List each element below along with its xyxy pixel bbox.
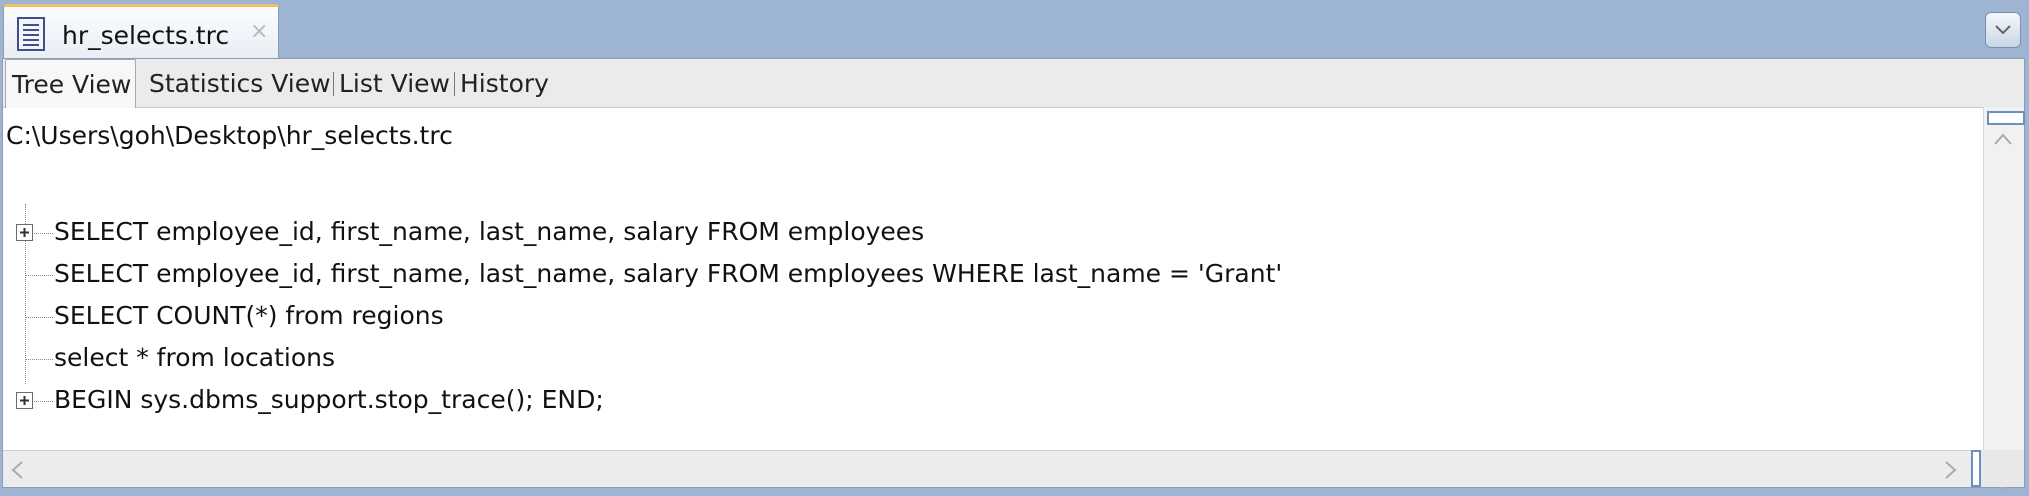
expand-icon[interactable]: [16, 392, 33, 409]
vertical-scrollbar[interactable]: [1983, 107, 2025, 491]
tree-item-label: select * from locations: [54, 343, 336, 372]
tree-connector: [26, 275, 53, 276]
tab-statistics-view[interactable]: Statistics View: [143, 59, 333, 107]
scroll-right-arrow-icon[interactable]: [1945, 461, 1957, 479]
horizontal-scrollbar[interactable]: [3, 450, 1971, 487]
tree-item-label: SELECT employee_id, first_name, last_nam…: [54, 217, 925, 246]
document-list-menu-button[interactable]: [1985, 12, 2021, 48]
document-icon: [17, 17, 45, 51]
tab-separator: [333, 72, 334, 96]
tree-item-label: BEGIN sys.dbms_support.stop_trace(); END…: [54, 385, 604, 414]
document-tab[interactable]: hr_selects.trc ×: [3, 4, 279, 58]
tab-history[interactable]: History: [454, 59, 564, 107]
expand-icon[interactable]: [16, 224, 33, 241]
tree-item[interactable]: select * from locations: [3, 339, 1963, 379]
tab-separator: [454, 72, 455, 96]
tree-connector: [26, 317, 53, 318]
scroll-up-arrow-icon[interactable]: [1994, 133, 2012, 145]
scrollbar-corner: [1981, 450, 2024, 487]
chevron-down-icon: [1995, 25, 2011, 35]
trace-tree[interactable]: C:\Users\goh\Desktop\hr_selects.trc SELE…: [3, 107, 1983, 450]
tab-history-label: History: [460, 69, 549, 98]
tree-item[interactable]: SELECT COUNT(*) from regions: [3, 297, 1963, 337]
horizontal-scroll-thumb[interactable]: [1971, 450, 1981, 487]
tree-item[interactable]: SELECT employee_id, first_name, last_nam…: [3, 255, 1963, 295]
tree-item-label: SELECT COUNT(*) from regions: [54, 301, 444, 330]
tree-root-path: C:\Users\goh\Desktop\hr_selects.trc: [6, 121, 453, 150]
tree-item[interactable]: BEGIN sys.dbms_support.stop_trace(); END…: [3, 381, 1963, 421]
tree-item[interactable]: SELECT employee_id, first_name, last_nam…: [3, 213, 1963, 253]
scroll-left-arrow-icon[interactable]: [11, 461, 23, 479]
vertical-scroll-thumb[interactable]: [1987, 111, 2025, 125]
tree-connector: [26, 359, 53, 360]
close-icon[interactable]: ×: [250, 19, 268, 44]
view-tabs: Tree View Statistics View List View Hist…: [3, 59, 2024, 108]
tree-item-label: SELECT employee_id, first_name, last_nam…: [54, 259, 1283, 288]
trace-viewer-panel: Tree View Statistics View List View Hist…: [2, 58, 2025, 491]
tab-tree-view[interactable]: Tree View: [5, 59, 136, 108]
document-tab-label: hr_selects.trc: [62, 21, 230, 50]
tab-list-view-label: List View: [339, 69, 450, 98]
tab-list-view[interactable]: List View: [333, 59, 454, 107]
